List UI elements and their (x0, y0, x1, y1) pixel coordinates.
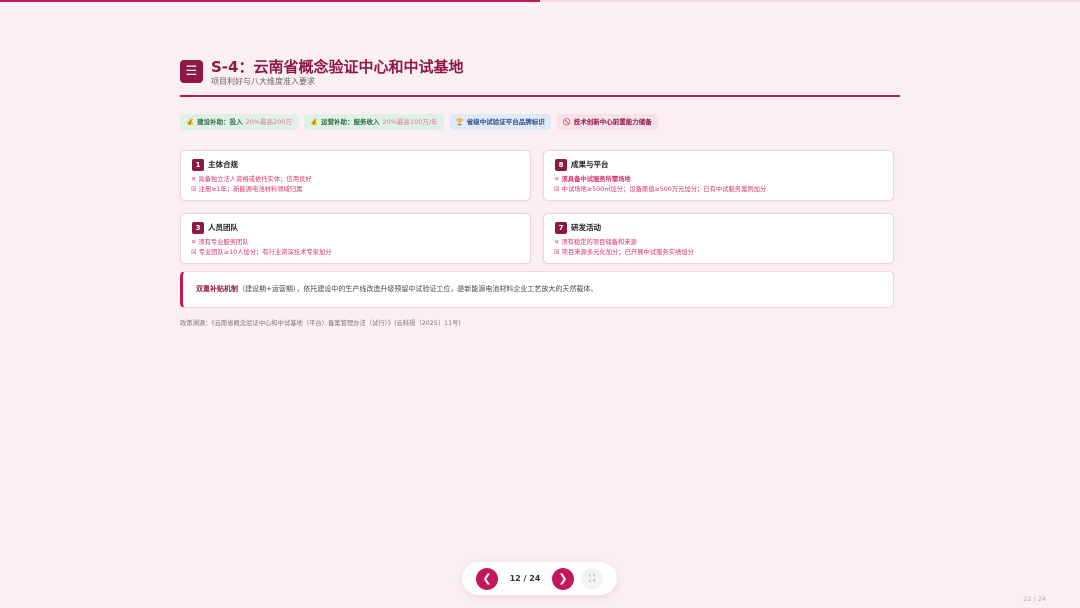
card-number: 1 (192, 159, 204, 171)
card-requirement: ✕ 具备独立法人资格或依托实体；信用良好 (191, 176, 312, 183)
tag-detail: 20%最高100万/年 (382, 118, 438, 126)
slide-pager: ❮ 12 / 24 ❯ ⛶ (462, 562, 617, 595)
card-title: 主体合规 (208, 160, 238, 169)
blocked-icon: 🚫 (562, 118, 571, 126)
trophy-icon: 🏆 (455, 118, 464, 126)
tag-label: 省级中试验证平台品牌标识 (466, 118, 545, 126)
card-bonus: ☒ 中试场地≥500㎡加分；设备原值≥500万元加分；已有中试服务案例加分 (554, 186, 767, 193)
tag-label: 建设补助：投入 (197, 118, 243, 126)
card-number: 8 (555, 159, 567, 171)
page-title: S-4：云南省概念验证中心和中试基地 (211, 58, 464, 76)
card-results-platform: 8 成果与平台 ✕ 须具备中试服务所需场地 ☒ 中试场地≥500㎡加分；设备原值… (543, 150, 894, 201)
next-slide-button[interactable]: ❯ (552, 568, 574, 590)
card-bonus: ☒ 专业团队≥10人加分；有行业资深技术专家加分 (191, 249, 332, 256)
progress-bar (0, 0, 540, 2)
menu-icon[interactable]: ☰ (180, 60, 203, 83)
tag-label: 技术创新中心前置能力储备 (573, 118, 652, 126)
callout-text: （建设期+运营期），依托建设中的生产线改造升级预留中试验证工位，是新能源电池材料… (238, 285, 598, 293)
card-bonus: ☒ 项目来源多元化加分；已开展中试服务实绩加分 (554, 249, 694, 256)
policy-source: 政策溯源：《云南省概念验证中心和中试基地（平台）备案管理办法（试行）》(云科规〔… (180, 320, 461, 327)
fullscreen-button[interactable]: ⛶ (581, 568, 603, 590)
card-requirement: ✕ 须有稳定的项目储备和来源 (554, 239, 637, 246)
tag-construction-subsidy: 💰 建设补助：投入 20%最高200万 (180, 114, 298, 130)
card-title: 成果与平台 (571, 160, 609, 169)
corner-page-number: 12 / 24 (1023, 595, 1046, 603)
card-requirement: ✕ 须有专业服务团队 (191, 239, 249, 246)
card-title: 人员团队 (208, 223, 238, 232)
callout-dual-subsidy: 双重补贴机制（建设期+运营期），依托建设中的生产线改造升级预留中试验证工位，是新… (180, 271, 894, 308)
card-number: 7 (555, 222, 567, 234)
tag-brand: 🏆 省级中试验证平台品牌标识 (449, 114, 551, 130)
card-entity-compliance: 1 主体合规 ✕ 具备独立法人资格或依托实体；信用良好 ☒ 注册≥1年；新能源电… (180, 150, 531, 201)
slide-header: ☰ S-4：云南省概念验证中心和中试基地 项目利好与八大维度准入要求 (180, 56, 900, 97)
tag-detail: 20%最高200万 (245, 118, 292, 126)
tag-row: 💰 建设补助：投入 20%最高200万 💰 运营补助：服务收入 20%最高100… (180, 114, 658, 130)
progress-track (0, 0, 1080, 2)
card-requirement: ✕ 须具备中试服务所需场地 (554, 176, 631, 183)
page-indicator: 12 / 24 (509, 574, 541, 583)
tag-operation-subsidy: 💰 运营补助：服务收入 20%最高100万/年 (303, 114, 444, 130)
card-title: 研发活动 (571, 223, 601, 232)
tag-label: 运营补助：服务收入 (321, 118, 380, 126)
page-subtitle: 项目利好与八大维度准入要求 (211, 77, 315, 86)
tag-innovation: 🚫 技术创新中心前置能力储备 (556, 114, 658, 130)
callout-bold: 双重补贴机制 (196, 285, 238, 293)
money-icon: 💰 (186, 118, 195, 126)
card-rd-activity: 7 研发活动 ✕ 须有稳定的项目储备和来源 ☒ 项目来源多元化加分；已开展中试服… (543, 213, 894, 264)
prev-slide-button[interactable]: ❮ (476, 568, 498, 590)
card-bonus: ☒ 注册≥1年；新能源电池材料领域归属 (191, 186, 303, 193)
card-personnel-team: 3 人员团队 ✕ 须有专业服务团队 ☒ 专业团队≥10人加分；有行业资深技术专家… (180, 213, 531, 264)
card-number: 3 (192, 222, 204, 234)
money-icon: 💰 (309, 118, 319, 126)
